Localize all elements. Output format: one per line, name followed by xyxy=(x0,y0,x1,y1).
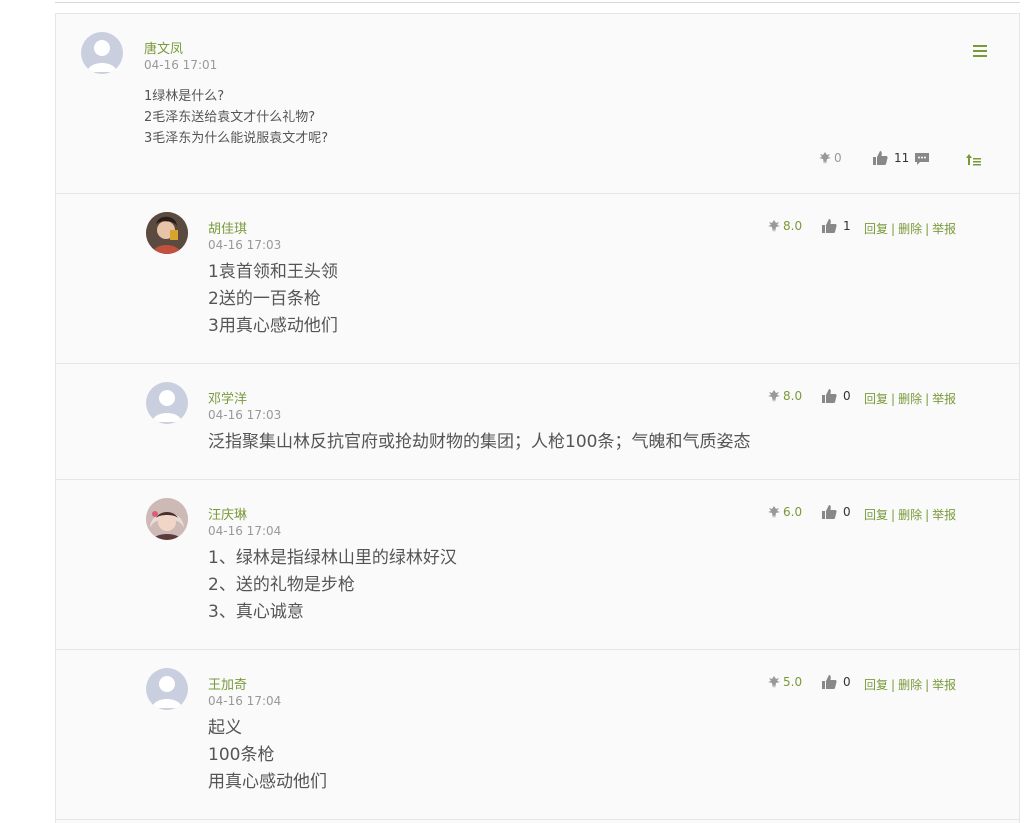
reply-actions: 回复 | 删除 | 举报 xyxy=(864,392,957,406)
post-body: 1绿林是什么? 2毛泽东送给袁文才什么礼物? 3毛泽东为什么能说服袁文才呢? xyxy=(144,86,328,149)
reply-author[interactable]: 胡佳琪 xyxy=(208,218,247,237)
reply-actions: 回复 | 删除 | 举报 xyxy=(864,678,957,692)
post-line: 2毛泽东送给袁文才什么礼物? xyxy=(144,110,316,125)
post-likes[interactable]: 11 xyxy=(872,151,909,165)
avatar[interactable] xyxy=(146,498,188,540)
reply-body: 1袁首领和王头领 2送的一百条枪 3用真心感动他们 xyxy=(208,259,338,340)
avatar[interactable] xyxy=(146,382,188,424)
thumbs-up-icon xyxy=(822,219,837,233)
report-button[interactable]: 举报 xyxy=(932,392,956,406)
report-button[interactable]: 举报 xyxy=(932,678,956,692)
post-time: 04-16 17:01 xyxy=(144,58,218,72)
post-author[interactable]: 唐文凤 xyxy=(144,38,183,57)
reply-line: 100条枪 xyxy=(208,745,275,765)
divider xyxy=(56,479,1019,480)
reply-rating[interactable]: 8.0 xyxy=(767,219,802,233)
thumbs-up-icon xyxy=(873,151,888,165)
top-border xyxy=(55,2,1020,3)
reply-line: 3、真心诚意 xyxy=(208,602,304,622)
reply-button[interactable]: 回复 xyxy=(864,678,888,692)
reply-line: 3用真心感动他们 xyxy=(208,316,338,336)
reply-time: 04-16 17:03 xyxy=(208,408,282,422)
post-rating[interactable]: 0 xyxy=(818,151,842,165)
report-button[interactable]: 举报 xyxy=(932,508,956,522)
divider xyxy=(56,193,1019,194)
reply-time: 04-16 17:04 xyxy=(208,524,282,538)
post-line: 1绿林是什么? xyxy=(144,89,225,104)
reply-rating[interactable]: 6.0 xyxy=(767,505,802,519)
divider xyxy=(56,819,1019,820)
reply-likes[interactable]: 0 xyxy=(821,505,851,519)
reply-author[interactable]: 王加奇 xyxy=(208,674,247,693)
reply-rating[interactable]: 5.0 xyxy=(767,675,802,689)
reply-body: 1、绿林是指绿林山里的绿林好汉 2、送的礼物是步枪 3、真心诚意 xyxy=(208,545,457,626)
divider xyxy=(56,363,1019,364)
thumbs-up-icon xyxy=(822,675,837,689)
reply-button[interactable]: 回复 xyxy=(864,222,888,236)
reply-line: 2送的一百条枪 xyxy=(208,289,321,309)
reply-button[interactable]: 回复 xyxy=(864,392,888,406)
thumbs-up-icon xyxy=(822,389,837,403)
reply-line: 1、绿林是指绿林山里的绿林好汉 xyxy=(208,548,457,568)
menu-icon[interactable] xyxy=(973,45,987,57)
avatar[interactable] xyxy=(81,32,123,74)
reply-actions: 回复 | 删除 | 举报 xyxy=(864,222,957,236)
post-line: 3毛泽东为什么能说服袁文才呢? xyxy=(144,131,329,146)
reply-author[interactable]: 汪庆琳 xyxy=(208,504,247,523)
reply-time: 04-16 17:03 xyxy=(208,238,282,252)
reply-line: 1袁首领和王头领 xyxy=(208,262,338,282)
delete-button[interactable]: 删除 xyxy=(898,392,922,406)
comment-icon[interactable] xyxy=(914,151,930,167)
reply-line: 起义 xyxy=(208,718,242,738)
avatar[interactable] xyxy=(146,668,188,710)
thumbs-up-icon xyxy=(822,505,837,519)
reply-likes[interactable]: 1 xyxy=(821,219,851,233)
flower-icon xyxy=(768,676,780,688)
scroll-top-icon[interactable] xyxy=(966,152,982,166)
reply-body: 泛指聚集山林反抗官府或抢劫财物的集团；人枪100条；气魄和气质姿态 xyxy=(208,429,750,456)
reply-line: 用真心感动他们 xyxy=(208,772,327,792)
flower-icon xyxy=(819,152,831,164)
delete-button[interactable]: 删除 xyxy=(898,508,922,522)
delete-button[interactable]: 删除 xyxy=(898,222,922,236)
flower-icon xyxy=(768,390,780,402)
reply-author[interactable]: 邓学洋 xyxy=(208,388,247,407)
flower-icon xyxy=(768,220,780,232)
reply-rating[interactable]: 8.0 xyxy=(767,389,802,403)
reply-time: 04-16 17:04 xyxy=(208,694,282,708)
reply-actions: 回复 | 删除 | 举报 xyxy=(864,508,957,522)
reply-line: 泛指聚集山林反抗官府或抢劫财物的集团；人枪100条；气魄和气质姿态 xyxy=(208,432,751,452)
delete-button[interactable]: 删除 xyxy=(898,678,922,692)
divider xyxy=(56,649,1019,650)
reply-line: 2、送的礼物是步枪 xyxy=(208,575,355,595)
reply-likes[interactable]: 0 xyxy=(821,389,851,403)
reply-button[interactable]: 回复 xyxy=(864,508,888,522)
report-button[interactable]: 举报 xyxy=(932,222,956,236)
avatar[interactable] xyxy=(146,212,188,254)
reply-body: 起义 100条枪 用真心感动他们 xyxy=(208,715,327,796)
flower-icon xyxy=(768,506,780,518)
reply-likes[interactable]: 0 xyxy=(821,675,851,689)
